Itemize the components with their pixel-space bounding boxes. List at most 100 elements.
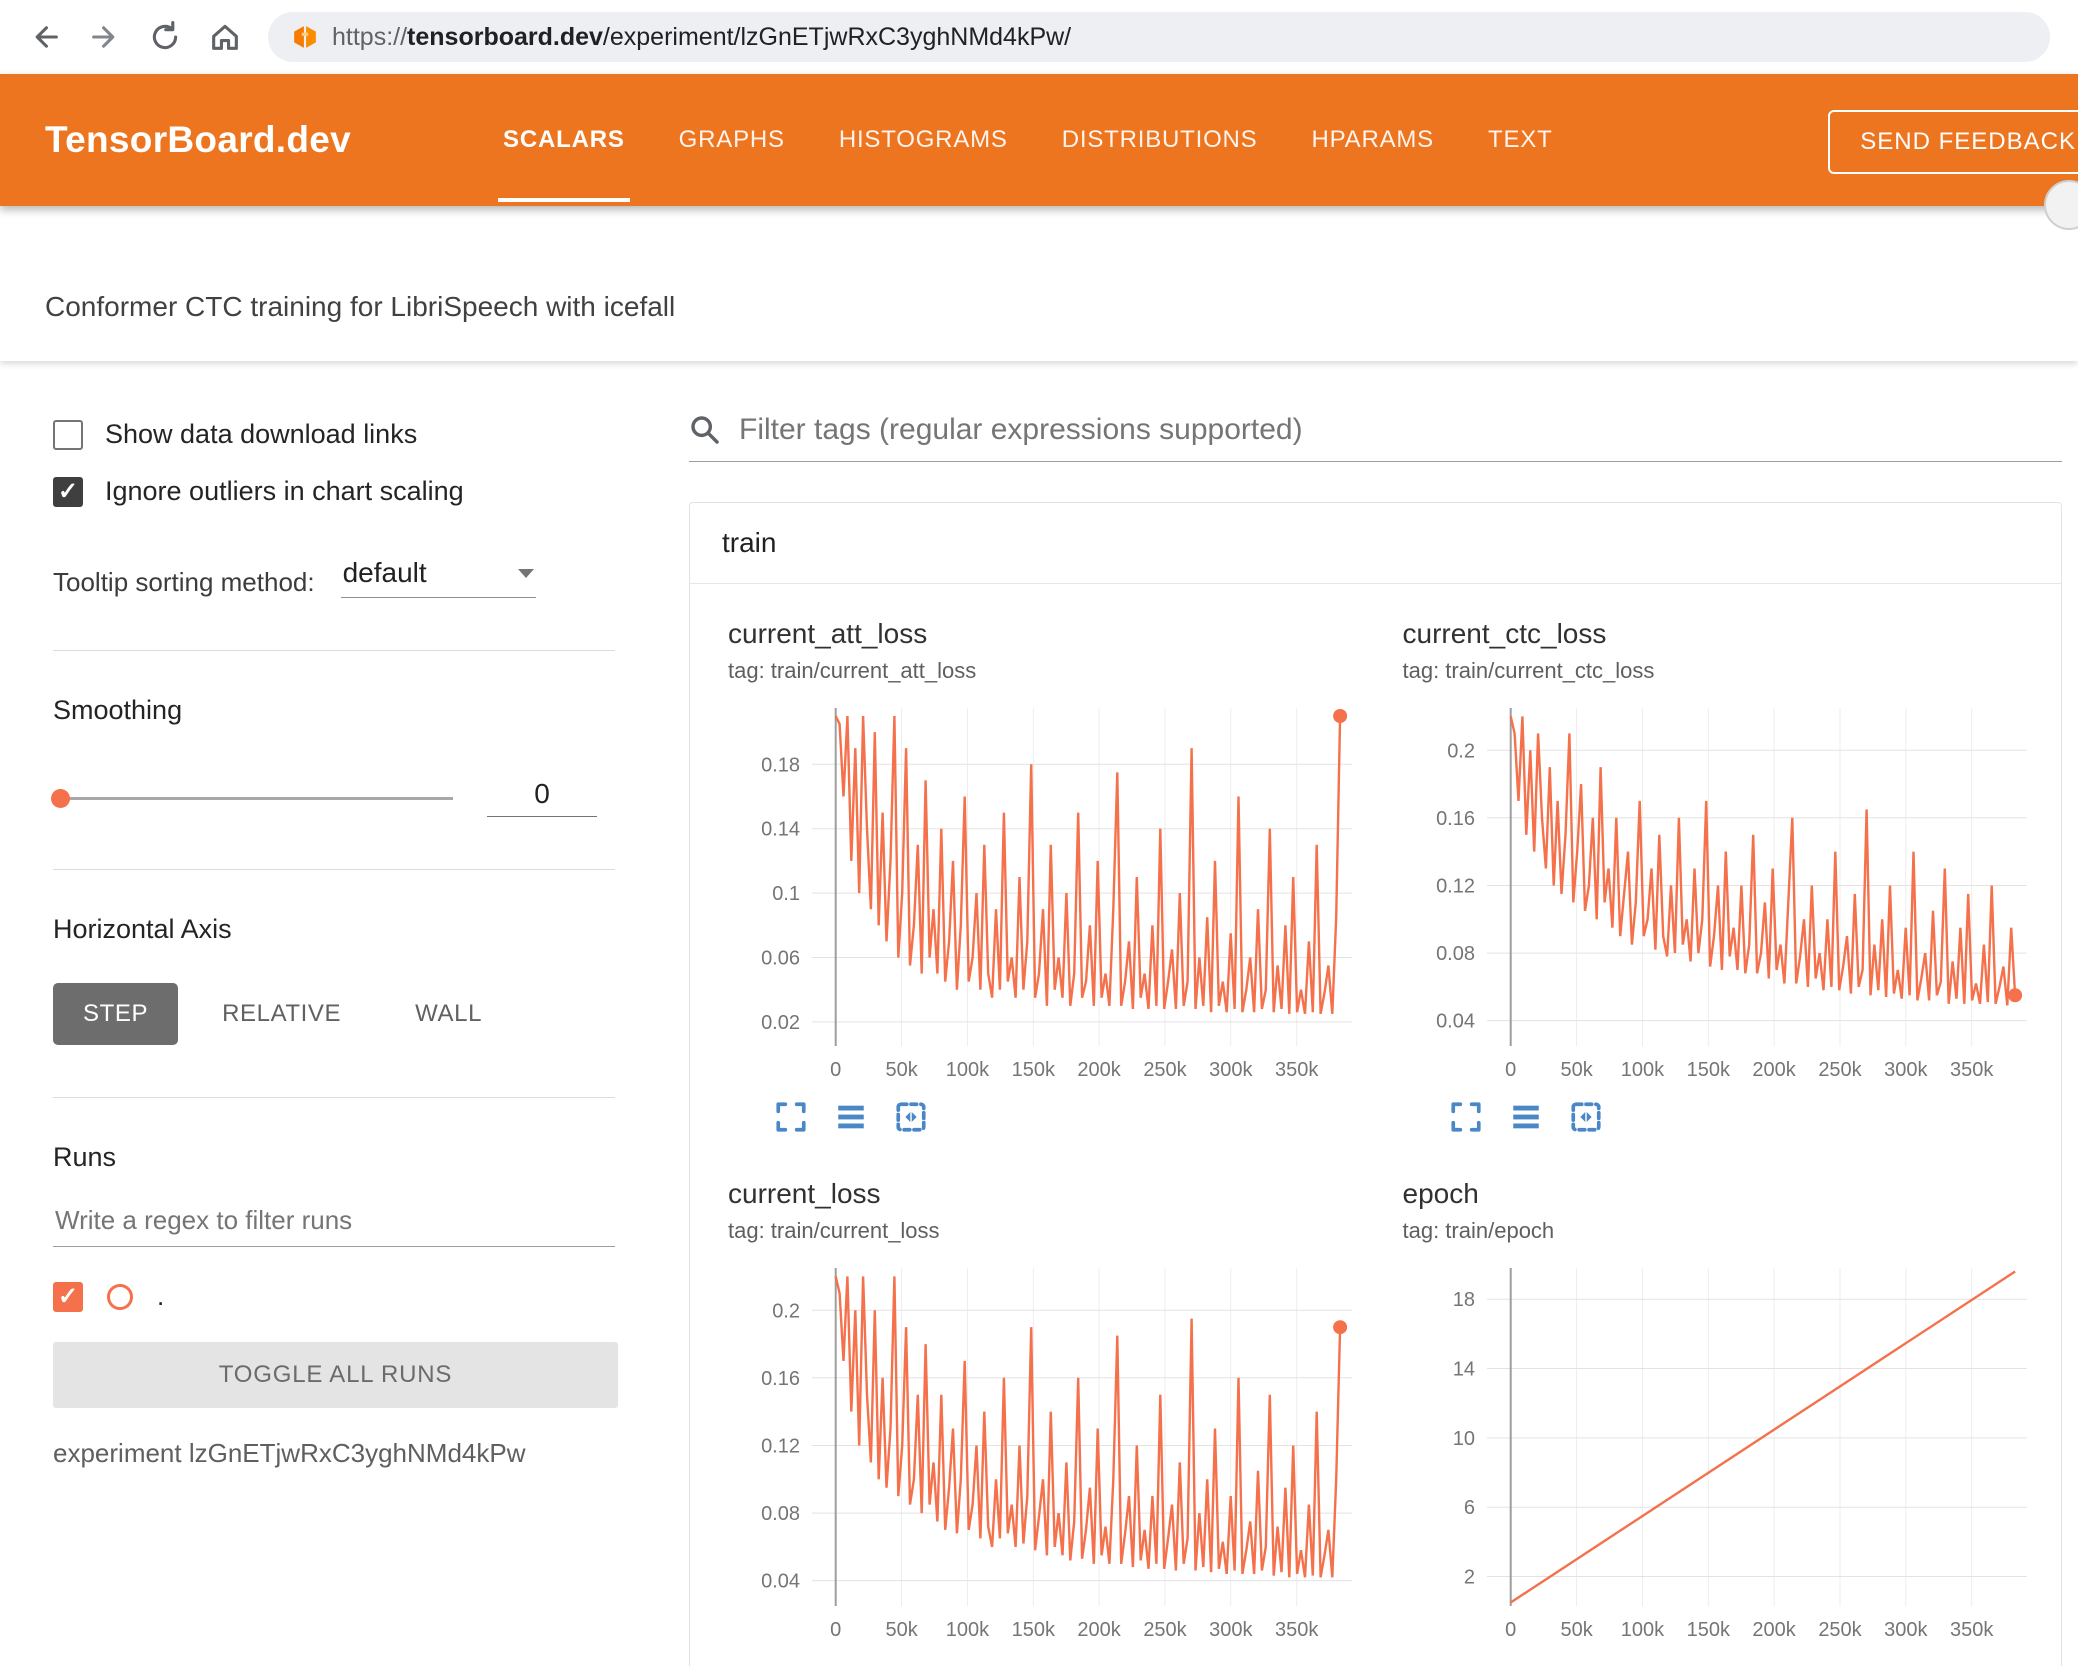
svg-text:300k: 300k [1884,1619,1928,1641]
reload-icon[interactable] [148,20,182,54]
run-name: . [157,1281,165,1311]
line-chart[interactable]: 0 50k 100k 150k 200k 250k 300k 350k 0.04 0.08 0.12… [1403,698,2043,1090]
runs-menu-icon[interactable] [834,1100,868,1134]
runs-menu-icon[interactable] [1509,1100,1543,1134]
svg-text:10: 10 [1452,1428,1474,1450]
ignore-outliers-checkbox[interactable] [53,476,83,507]
smoothing-value[interactable]: 0 [487,778,597,817]
filter-tags-input[interactable] [739,413,2062,447]
send-feedback-button[interactable]: SEND FEEDBACK [1828,110,2078,174]
svg-text:200k: 200k [1752,1059,1796,1081]
toggle-all-runs-button[interactable]: TOGGLE ALL RUNS [53,1342,618,1408]
svg-text:0.12: 0.12 [761,1436,800,1458]
chart-tag: tag: train/current_att_loss [728,658,977,683]
url-path: /experiment/lzGnETjwRxC3yghNMd4kPw/ [602,22,1072,51]
experiment-id-caption: experiment lzGnETjwRxC3yghNMd4kPw [53,1438,526,1468]
svg-text:50k: 50k [885,1059,918,1081]
svg-text:350k: 350k [1275,1619,1319,1641]
svg-text:6: 6 [1463,1497,1474,1519]
chart-title: current_ctc_loss [1402,618,1607,649]
show-download-links-checkbox[interactable] [53,419,83,450]
svg-text:0.08: 0.08 [1436,943,1475,965]
tab-distributions[interactable]: DISTRIBUTIONS [1035,74,1285,206]
run-visibility-checkbox[interactable] [53,1281,83,1312]
axis-relative-button[interactable]: RELATIVE [192,983,371,1045]
fit-domain-icon[interactable] [1569,1100,1603,1134]
svg-text:150k: 150k [1012,1059,1056,1081]
smoothing-label: Smoothing [53,695,183,725]
chart-toolbar [1403,1100,2052,1134]
divider [53,650,615,651]
address-bar[interactable]: https://tensorboard.dev/experiment/lzGnE… [268,12,2050,62]
chart-title: current_loss [728,1178,881,1209]
home-icon[interactable] [208,20,242,54]
svg-text:200k: 200k [1077,1059,1121,1081]
smoothing-slider[interactable] [51,788,453,808]
svg-text:0.2: 0.2 [1447,740,1475,762]
chart-tag: tag: train/epoch [1402,1218,1555,1243]
train-group-header[interactable]: train [690,503,2061,584]
svg-text:100k: 100k [1620,1059,1664,1081]
tooltip-sorting-value: default [342,557,427,588]
charts-grid: current_att_loss tag: train/current_att_… [690,584,2061,1666]
line-chart[interactable]: 0 50k 100k 150k 200k 250k 300k 350k 2 6 10 14 18 [1403,1258,2043,1650]
app-header: TensorBoard.dev SCALARS GRAPHS HISTOGRAM… [0,74,2078,230]
run-color-swatch[interactable] [107,1283,133,1310]
svg-text:50k: 50k [1560,1619,1593,1641]
svg-text:0: 0 [1505,1059,1516,1081]
tab-text[interactable]: TEXT [1461,74,1580,206]
tab-graphs[interactable]: GRAPHS [652,74,812,206]
line-chart[interactable]: 0 50k 100k 150k 200k 250k 300k 350k 0.04 0.08 0.12… [728,1258,1368,1650]
fit-domain-icon[interactable] [894,1100,928,1134]
svg-text:250k: 250k [1143,1619,1187,1641]
tooltip-sorting-select[interactable]: default [340,557,536,598]
svg-text:150k: 150k [1686,1619,1730,1641]
axis-wall-button[interactable]: WALL [385,983,512,1045]
svg-text:150k: 150k [1686,1059,1730,1081]
run-row: . [53,1281,615,1312]
chart-toolbar [728,1100,1377,1134]
divider [53,869,615,870]
svg-text:50k: 50k [1560,1059,1593,1081]
slider-thumb[interactable] [51,788,70,808]
svg-text:50k: 50k [885,1619,918,1641]
sidebar: Show data download links Ignore outliers… [0,361,655,1666]
svg-text:0: 0 [1505,1619,1516,1641]
svg-text:100k: 100k [1620,1619,1664,1641]
smoothing-row: 0 [51,778,615,817]
show-download-links-label: Show data download links [105,419,418,449]
main-panel: train current_att_loss tag: train/curren… [655,361,2078,1666]
content: Show data download links Ignore outliers… [0,361,2078,1666]
svg-text:0.12: 0.12 [1436,876,1475,898]
filter-tags-row [689,413,2062,462]
svg-text:350k: 350k [1950,1619,1994,1641]
ignore-outliers-row[interactable]: Ignore outliers in chart scaling [53,476,615,507]
chart-current-ctc-loss: current_ctc_loss tag: train/current_ctc_… [1403,618,2052,1134]
url-scheme: https:// [332,22,408,51]
url-domain: tensorboard.dev [407,22,603,51]
svg-text:0.2: 0.2 [772,1300,800,1322]
forward-icon[interactable] [88,20,122,54]
tab-histograms[interactable]: HISTOGRAMS [812,74,1035,206]
line-chart[interactable]: 0 50k 100k 150k 200k 250k 300k 350k 0.02 0.06 0.1 0… [728,698,1368,1090]
svg-text:100k: 100k [946,1619,990,1641]
svg-text:100k: 100k [946,1059,990,1081]
browser-toolbar: https://tensorboard.dev/experiment/lzGnE… [0,0,2078,74]
tensorboard-favicon [294,26,316,48]
axis-step-button[interactable]: STEP [53,983,179,1045]
experiment-title: Conformer CTC training for LibriSpeech w… [45,291,676,322]
runs-filter-input[interactable] [53,1195,615,1247]
train-card: train current_att_loss tag: train/curren… [689,502,2062,1666]
svg-text:18: 18 [1452,1289,1474,1311]
tab-scalars[interactable]: SCALARS [476,74,652,206]
expand-chart-icon[interactable] [1449,1100,1483,1134]
back-icon[interactable] [28,20,62,54]
tooltip-sorting-label: Tooltip sorting method: [53,567,315,597]
experiment-subtitle-bar: Conformer CTC training for LibriSpeech w… [0,206,2078,361]
svg-text:0.06: 0.06 [761,948,800,970]
horizontal-axis-buttons: STEP RELATIVE WALL [53,983,615,1045]
tab-hparams[interactable]: HPARAMS [1284,74,1461,206]
nav-tabs: SCALARS GRAPHS HISTOGRAMS DISTRIBUTIONS … [476,74,1580,206]
expand-chart-icon[interactable] [774,1100,808,1134]
show-download-links-row[interactable]: Show data download links [53,419,615,450]
